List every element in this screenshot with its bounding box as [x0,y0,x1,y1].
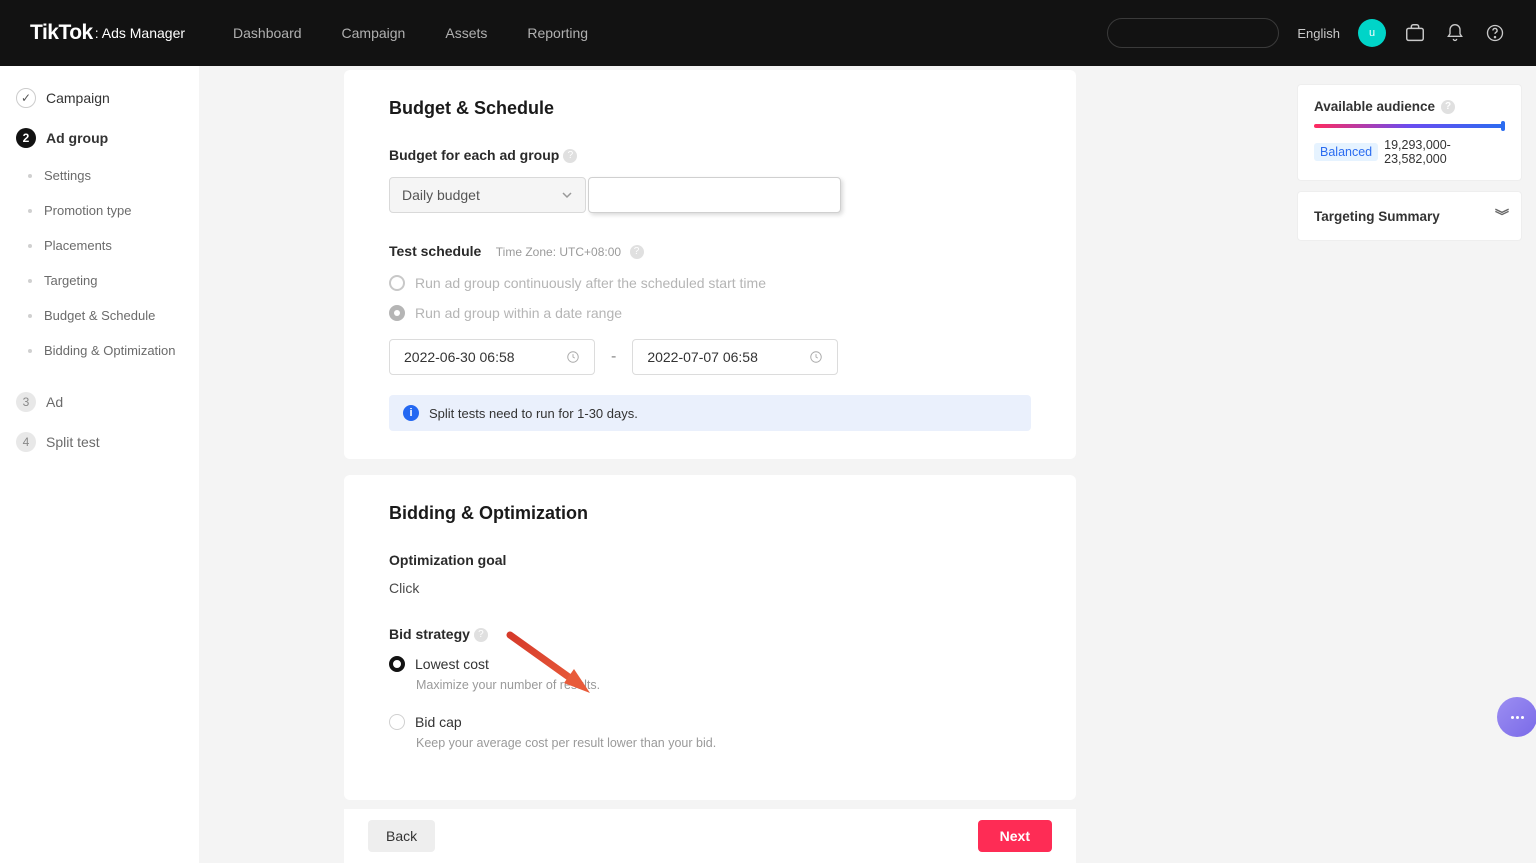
right-panel: Available audience ? Balanced 19,293,000… [1297,84,1522,251]
step-split-test[interactable]: 4 Split test [0,422,199,462]
substep-placements[interactable]: Placements [0,228,199,263]
top-header: TikTok : Ads Manager Dashboard Campaign … [0,0,1536,66]
section-title: Budget & Schedule [389,98,1031,119]
header-right: English u [1107,18,1506,48]
optimization-goal-label: Optimization goal [389,552,506,568]
step-ad[interactable]: 3 Ad [0,382,199,422]
option-description: Maximize your number of results. [416,678,1031,692]
substep-budget-schedule[interactable]: Budget & Schedule [0,298,199,333]
logo-sub: : Ads Manager [95,25,185,41]
substep-promotion-type[interactable]: Promotion type [0,193,199,228]
end-date-input[interactable]: 2022-07-07 06:58 [632,339,838,375]
info-icon: i [403,405,419,421]
option-label: Run ad group continuously after the sche… [415,275,766,291]
step-number: 2 [16,128,36,148]
step-label: Ad group [46,130,108,146]
clock-icon [566,350,580,364]
bid-strategy-label: Bid strategy [389,626,470,642]
start-date-input[interactable]: 2022-06-30 06:58 [389,339,595,375]
help-icon[interactable]: ? [563,149,577,163]
timezone-text: Time Zone: UTC+08:00 [496,245,621,259]
radio-icon [389,656,405,672]
nav-campaign[interactable]: Campaign [342,25,406,41]
briefcase-icon[interactable] [1404,22,1426,44]
targeting-summary-card[interactable]: Targeting Summary ︾ [1297,191,1522,241]
step-ad-group[interactable]: 2 Ad group [0,118,199,158]
radio-icon [389,275,405,291]
chevron-down-icon [561,189,573,201]
search-input[interactable] [1107,18,1279,48]
date-separator: - [611,348,616,366]
step-label: Split test [46,434,100,450]
next-button[interactable]: Next [978,820,1052,852]
bidding-optimization-card: Bidding & Optimization Optimization goal… [344,475,1076,800]
left-sidebar: ✓ Campaign 2 Ad group Settings Promotion… [0,66,199,863]
check-icon: ✓ [16,88,36,108]
help-icon[interactable] [1484,22,1506,44]
clock-icon [809,350,823,364]
bid-option-lowest-cost[interactable]: Lowest cost [389,656,1031,672]
language-selector[interactable]: English [1297,26,1340,41]
nav-assets[interactable]: Assets [445,25,487,41]
balanced-badge: Balanced [1314,143,1378,161]
budget-type-select[interactable]: Daily budget [389,177,586,213]
available-audience-card: Available audience ? Balanced 19,293,000… [1297,84,1522,181]
avatar[interactable]: u [1358,19,1386,47]
step-number: 3 [16,392,36,412]
schedule-option-continuous[interactable]: Run ad group continuously after the sche… [389,275,1031,291]
bell-icon[interactable] [1444,22,1466,44]
schedule-option-range[interactable]: Run ad group within a date range [389,305,1031,321]
audience-bar [1314,124,1505,128]
content-column: Budget & Schedule Budget for each ad gro… [344,66,1076,863]
chevron-double-down-icon: ︾ [1495,206,1505,226]
help-icon[interactable]: ? [630,245,644,259]
option-label: Bid cap [415,714,462,730]
option-label: Lowest cost [415,656,489,672]
nav-reporting[interactable]: Reporting [527,25,588,41]
logo-main: TikTok [30,21,93,45]
audience-label: Available audience [1314,99,1435,114]
schedule-label: Test schedule [389,243,481,259]
back-button[interactable]: Back [368,820,435,852]
substep-bidding-optimization[interactable]: Bidding & Optimization [0,333,199,368]
main-nav: Dashboard Campaign Assets Reporting [233,25,588,41]
step-campaign[interactable]: ✓ Campaign [0,78,199,118]
date-value: 2022-07-07 06:58 [647,349,758,365]
option-description: Keep your average cost per result lower … [416,736,1031,750]
bid-option-bid-cap[interactable]: Bid cap [389,714,1031,730]
chat-bubble-icon[interactable] [1497,697,1536,737]
main-area: Budget & Schedule Budget for each ad gro… [199,66,1536,863]
info-note: i Split tests need to run for 1-30 days. [389,395,1031,431]
budget-label: Budget for each ad group [389,147,559,163]
substep-targeting[interactable]: Targeting [0,263,199,298]
bottom-action-bar: Back Next [344,809,1076,863]
budget-type-value: Daily budget [402,187,480,203]
budget-amount-input[interactable] [588,177,841,213]
info-text: Split tests need to run for 1-30 days. [429,406,638,421]
option-label: Run ad group within a date range [415,305,622,321]
nav-dashboard[interactable]: Dashboard [233,25,302,41]
section-title: Bidding & Optimization [389,503,1031,524]
radio-icon [389,305,405,321]
audience-handle[interactable] [1501,121,1505,131]
radio-icon [389,714,405,730]
targeting-summary-label: Targeting Summary [1314,209,1440,224]
substep-settings[interactable]: Settings [0,158,199,193]
step-label: Ad [46,394,63,410]
budget-schedule-card: Budget & Schedule Budget for each ad gro… [344,70,1076,459]
help-icon[interactable]: ? [474,628,488,642]
date-value: 2022-06-30 06:58 [404,349,515,365]
audience-range: 19,293,000-23,582,000 [1384,138,1505,166]
optimization-goal-value: Click [389,580,1031,596]
step-number: 4 [16,432,36,452]
help-icon[interactable]: ? [1441,100,1455,114]
step-label: Campaign [46,90,110,106]
